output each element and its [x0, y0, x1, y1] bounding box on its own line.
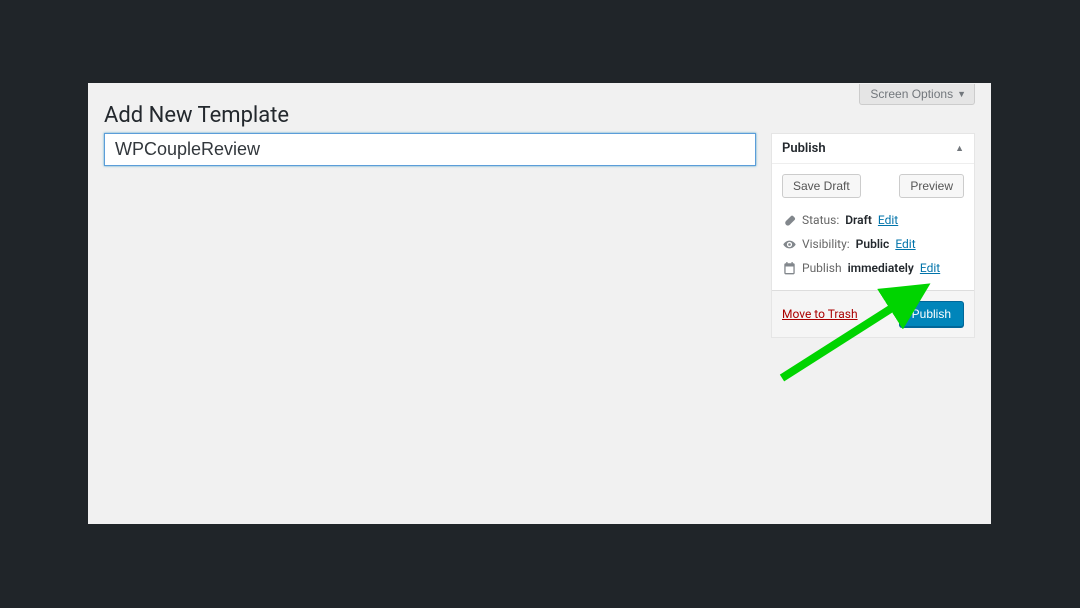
save-draft-button[interactable]: Save Draft — [782, 174, 861, 198]
status-label: Status: — [802, 213, 839, 227]
key-icon — [782, 214, 796, 227]
screen-options-label: Screen Options — [870, 87, 953, 101]
calendar-icon — [782, 262, 796, 275]
chevron-down-icon: ▼ — [957, 89, 966, 99]
schedule-label: Publish — [802, 261, 842, 275]
edit-status-link[interactable]: Edit — [878, 213, 898, 227]
screen-options-button[interactable]: Screen Options ▼ — [859, 84, 975, 105]
publish-major-actions: Move to Trash Publish — [772, 290, 974, 337]
status-row: Status: Draft Edit — [782, 208, 964, 232]
edit-visibility-link[interactable]: Edit — [895, 237, 915, 251]
schedule-value: immediately — [848, 261, 914, 275]
visibility-value: Public — [856, 237, 890, 251]
status-value: Draft — [845, 213, 872, 227]
title-input[interactable] — [104, 133, 756, 166]
visibility-label: Visibility: — [802, 237, 850, 251]
schedule-row: Publish immediately Edit — [782, 256, 964, 280]
eye-icon — [782, 238, 796, 251]
edit-schedule-link[interactable]: Edit — [920, 261, 940, 275]
visibility-row: Visibility: Public Edit — [782, 232, 964, 256]
page-title: Add New Template — [104, 103, 289, 128]
preview-button[interactable]: Preview — [899, 174, 964, 198]
editor-frame: Screen Options ▼ Add New Template Publis… — [88, 83, 991, 524]
caret-up-icon[interactable]: ▲ — [955, 143, 964, 154]
publish-metabox: Publish ▲ Save Draft Preview Status: Dra… — [771, 133, 975, 338]
publish-minor-actions: Save Draft Preview — [772, 164, 974, 208]
publish-header[interactable]: Publish ▲ — [772, 134, 974, 164]
publish-misc: Status: Draft Edit Visibility: Public Ed… — [772, 208, 974, 290]
publish-header-label: Publish — [782, 141, 826, 156]
publish-button[interactable]: Publish — [899, 301, 964, 327]
screen-options-wrap: Screen Options ▼ — [859, 83, 975, 105]
move-to-trash-link[interactable]: Move to Trash — [782, 307, 858, 321]
